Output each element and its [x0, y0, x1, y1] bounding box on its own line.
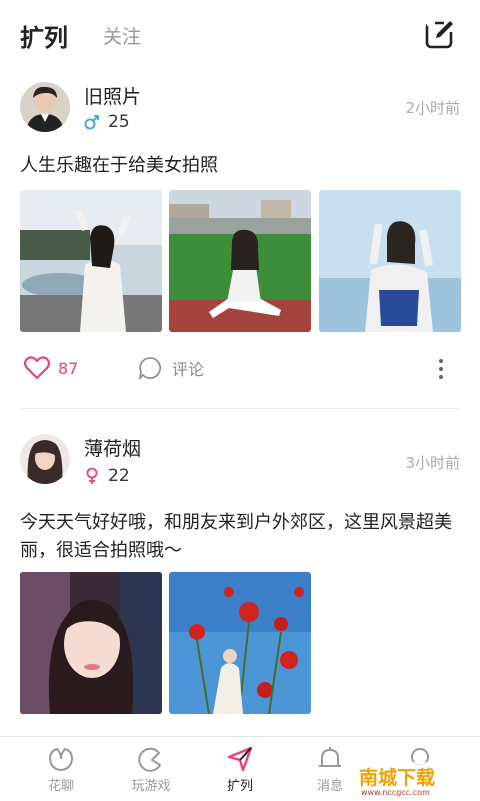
post-time: 3小时前 — [405, 454, 460, 472]
post-photo[interactable] — [169, 190, 311, 332]
post-photo[interactable] — [20, 572, 162, 714]
avatar[interactable] — [20, 82, 70, 132]
avatar[interactable] — [20, 434, 70, 484]
tab-label: 扩列 — [226, 779, 253, 794]
svg-text:南城下载: 南城下载 — [359, 766, 435, 789]
post-time: 2小时前 — [405, 99, 460, 117]
female-icon — [86, 467, 98, 484]
post-photo[interactable] — [319, 190, 461, 332]
gender-age: 22 — [84, 466, 130, 486]
male-icon — [84, 115, 99, 130]
send-icon — [227, 746, 253, 772]
tab-flower-chat[interactable]: 花聊 — [21, 745, 101, 794]
tab-expand-list[interactable]: 扩列 — [20, 18, 68, 53]
tab-label: 消息 — [316, 779, 343, 794]
post-content: 今天天气好好哦，和朋友来到户外郊区，这里风景超美丽，很适合拍照哦～ — [20, 512, 452, 561]
flower-icon — [48, 747, 74, 772]
post-photo[interactable] — [20, 190, 162, 332]
svg-text:www.nccgcc.com: www.nccgcc.com — [361, 788, 430, 797]
comment-label: 评论 — [172, 360, 205, 379]
like-count: 87 — [58, 358, 79, 378]
comment-button[interactable]: 评论 — [138, 356, 204, 380]
username[interactable]: 薄荷烟 — [84, 434, 141, 461]
post-actions: 87 评论 — [0, 350, 480, 390]
post-card: 旧照片 25 2小时前 人生乐趣在于给美女拍照 87 评论 — [0, 66, 480, 408]
age-label: 22 — [108, 466, 130, 486]
tab-expand-list-nav[interactable]: 扩列 — [200, 745, 280, 794]
gender-age: 25 — [84, 112, 130, 132]
comment-icon — [138, 357, 161, 380]
top-header: 扩列 关注 — [0, 0, 480, 66]
game-icon — [138, 747, 161, 772]
post-photo[interactable] — [169, 572, 311, 714]
tab-label: 玩游戏 — [131, 779, 171, 794]
tab-play-games[interactable]: 玩游戏 — [111, 745, 191, 794]
like-button[interactable]: 87 — [24, 356, 78, 380]
edit-icon[interactable] — [424, 18, 456, 50]
post-content: 人生乐趣在于给美女拍照 — [20, 155, 218, 176]
tab-following[interactable]: 关注 — [103, 22, 141, 49]
post-card: 薄荷烟 22 3小时前 今天天气好好哦，和朋友来到户外郊区，这里风景超美丽，很适… — [0, 408, 480, 736]
age-label: 25 — [108, 112, 130, 132]
tab-label: 花聊 — [47, 779, 74, 794]
bell-icon — [319, 747, 341, 767]
watermark-logo: 南城下载 www.nccgcc.com — [355, 762, 477, 798]
heart-icon — [24, 356, 50, 380]
username[interactable]: 旧照片 — [84, 82, 141, 109]
more-options-icon[interactable] — [434, 356, 448, 384]
